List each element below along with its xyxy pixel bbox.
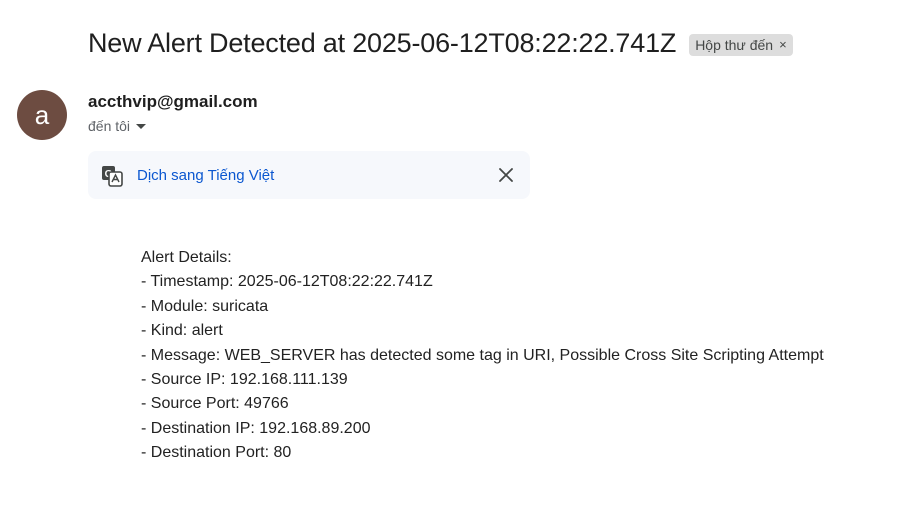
body-line: - Timestamp: 2025-06-12T08:22:22.741Z bbox=[141, 273, 433, 291]
body-line: - Destination Port: 80 bbox=[141, 444, 292, 462]
sender-email[interactable]: accthvip@gmail.com bbox=[88, 92, 258, 112]
email-subject: New Alert Detected at 2025-06-12T08:22:2… bbox=[88, 28, 677, 58]
email-view: New Alert Detected at 2025-06-12T08:22:2… bbox=[0, 0, 902, 518]
inbox-label-text: Hộp thư đến bbox=[695, 36, 774, 53]
recipient-details-toggle[interactable]: đến tôi bbox=[88, 118, 147, 134]
body-line: Alert Details: bbox=[141, 249, 232, 266]
translate-bar: G Dịch sang Tiếng Việt bbox=[88, 151, 530, 199]
remove-label-icon[interactable]: × bbox=[779, 37, 787, 52]
caret-down-icon[interactable] bbox=[136, 123, 147, 129]
translate-icon: G bbox=[102, 166, 123, 187]
close-icon[interactable] bbox=[496, 165, 516, 185]
body-line: - Module: suricata bbox=[141, 297, 269, 315]
subject-row: New Alert Detected at 2025-06-12T08:22:2… bbox=[88, 28, 793, 59]
body-line: - Source IP: 192.168.111.139 bbox=[141, 371, 348, 389]
body-line: - Source Port: 49766 bbox=[141, 395, 289, 413]
sender-avatar[interactable]: a bbox=[17, 90, 67, 140]
body-line: - Message: WEB_SERVER has detected some … bbox=[141, 346, 824, 364]
body-line: - Destination IP: 192.168.89.200 bbox=[141, 419, 371, 437]
recipient-text: đến tôi bbox=[88, 118, 131, 134]
translate-link[interactable]: Dịch sang Tiếng Việt bbox=[137, 167, 274, 184]
inbox-label-chip[interactable]: Hộp thư đến × bbox=[689, 33, 793, 56]
email-body: Alert Details: - Timestamp: 2025-06-12T0… bbox=[141, 246, 824, 466]
body-line: - Kind: alert bbox=[141, 322, 223, 340]
